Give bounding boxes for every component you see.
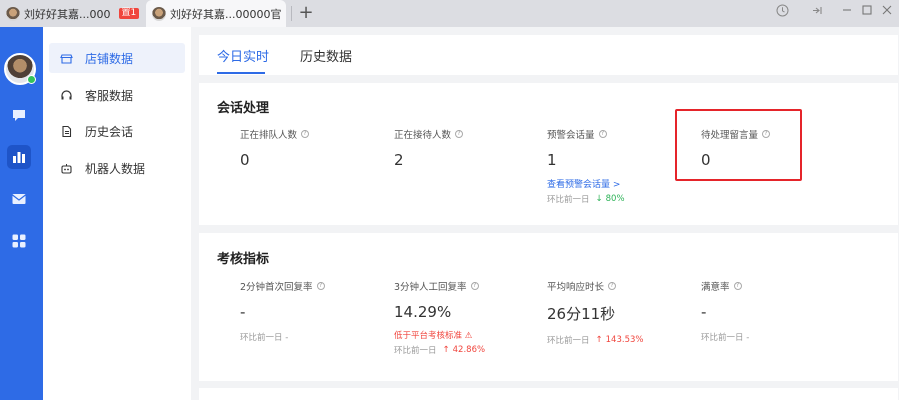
title-bar: 刘好好其嘉...000 置1 刘好好其嘉...00000官 +	[0, 0, 899, 27]
apps-icon[interactable]	[7, 229, 31, 253]
metric-3min-manual-reply-rate: 3分钟人工回复率? 14.29% 低于平台考核标准 ⚠ 环比前一日 ↑ 42.8…	[394, 279, 544, 356]
metric-label: 正在排队人数	[240, 130, 298, 141]
maximize-icon[interactable]	[858, 4, 876, 22]
next-card	[199, 388, 898, 400]
compare-value: 42.86%	[452, 345, 486, 355]
mail-icon[interactable]	[7, 187, 31, 211]
help-icon[interactable]: ?	[733, 282, 742, 290]
metric-label: 预警会话量	[547, 130, 595, 141]
metric-satisfaction-rate: 满意率? - 环比前一日 -	[701, 279, 851, 343]
help-icon[interactable]: ?	[470, 282, 479, 290]
subnav-item-store-data[interactable]: 店铺数据	[49, 43, 185, 73]
store-icon	[59, 51, 73, 65]
robot-icon	[59, 161, 73, 175]
metric-label: 正在接待人数	[394, 130, 452, 141]
minimize-icon[interactable]	[838, 4, 856, 22]
help-icon[interactable]: ?	[608, 282, 617, 290]
compare-value: 80%	[605, 194, 625, 204]
help-icon[interactable]: ?	[598, 130, 607, 138]
pin-icon[interactable]	[808, 4, 826, 22]
arrow-up-icon: ↑	[595, 335, 603, 345]
metric-2min-first-reply-rate: 2分钟首次回复率? - 环比前一日 -	[240, 279, 390, 343]
compare-value: 143.53%	[605, 335, 644, 345]
new-tab-plus-icon[interactable]: +	[297, 3, 315, 23]
content-tabs: 今日实时 历史数据	[199, 35, 898, 75]
metric-label: 3分钟人工回复率	[394, 282, 467, 293]
subnav-item-agent-data[interactable]: 客服数据	[49, 80, 185, 110]
below-standard-warning: 低于平台考核标准 ⚠	[394, 331, 473, 341]
tab-avatar	[152, 6, 166, 21]
document-icon	[59, 124, 73, 138]
metric-queue-count: 正在排队人数? 0	[240, 127, 390, 169]
metric-label: 2分钟首次回复率	[240, 282, 313, 293]
metric-serving-count: 正在接待人数? 2	[394, 127, 544, 169]
tab-divider	[291, 6, 292, 21]
tab-chat-2[interactable]: 刘好好其嘉...00000官	[146, 0, 286, 27]
help-icon[interactable]: ?	[455, 130, 464, 138]
compare-label: 环比前一日 -	[701, 333, 750, 343]
online-status-dot	[27, 75, 36, 84]
metric-value: 26分11秒	[547, 305, 616, 323]
compare-label: 环比前一日	[547, 195, 590, 205]
left-rail	[0, 27, 43, 400]
tab-avatar	[6, 6, 20, 21]
compare-label: 环比前一日 -	[240, 333, 289, 343]
section-title: 考核指标	[217, 252, 270, 267]
compare-label: 环比前一日	[394, 346, 437, 356]
arrow-down-icon: ↓	[595, 194, 603, 204]
tab-today-realtime[interactable]: 今日实时	[217, 46, 269, 65]
tab-chat-1[interactable]: 刘好好其嘉...000 置1	[0, 0, 140, 27]
tab-title: 刘好好其嘉...000	[24, 7, 111, 21]
kpi-card: 考核指标 2分钟首次回复率? - 环比前一日 - 3分钟人工回复率? 14.29…	[199, 233, 898, 381]
compare-row: 环比前一日 ↑ 143.53%	[547, 334, 697, 346]
subnav-item-label: 历史会话	[85, 124, 134, 139]
subnav-item-label: 机器人数据	[85, 161, 146, 176]
section-title: 会话处理	[217, 101, 270, 116]
subnav-item-label: 店铺数据	[85, 51, 134, 66]
tab-title: 刘好好其嘉...00000官	[170, 7, 282, 21]
secondary-nav: 店铺数据 客服数据 历史会话 机器人数据	[43, 27, 191, 400]
arrow-up-icon: ↑	[442, 345, 450, 355]
metric-label: 平均响应时长	[547, 282, 605, 293]
metric-value: -	[701, 303, 707, 321]
active-tab-underline	[217, 72, 265, 74]
help-icon[interactable]: ?	[301, 130, 310, 138]
subnav-item-robot-data[interactable]: 机器人数据	[49, 153, 185, 183]
chart-icon[interactable]	[7, 145, 31, 169]
compare-label: 环比前一日	[547, 336, 590, 346]
tab-history-data[interactable]: 历史数据	[300, 46, 352, 65]
help-icon[interactable]	[773, 4, 791, 22]
metric-value: 2	[394, 151, 404, 169]
help-icon[interactable]: ?	[316, 282, 325, 290]
headset-icon	[59, 88, 73, 102]
subnav-item-label: 客服数据	[85, 88, 134, 103]
chat-icon[interactable]	[7, 103, 31, 127]
subnav-item-history-sessions[interactable]: 历史会话	[49, 116, 185, 146]
metric-value: 0	[240, 151, 250, 169]
metric-label: 满意率	[701, 282, 730, 293]
compare-row: 环比前一日 ↓ 80%	[547, 193, 697, 205]
tab-badge: 置1	[118, 8, 140, 19]
highlight-annotation-box	[675, 109, 802, 181]
close-icon[interactable]	[878, 4, 896, 22]
metric-value: 14.29%	[394, 303, 452, 321]
metric-value: -	[240, 303, 246, 321]
compare-row: 环比前一日 ↑ 42.86%	[394, 344, 544, 356]
metric-avg-response-time: 平均响应时长? 26分11秒 环比前一日 ↑ 143.53%	[547, 279, 697, 346]
